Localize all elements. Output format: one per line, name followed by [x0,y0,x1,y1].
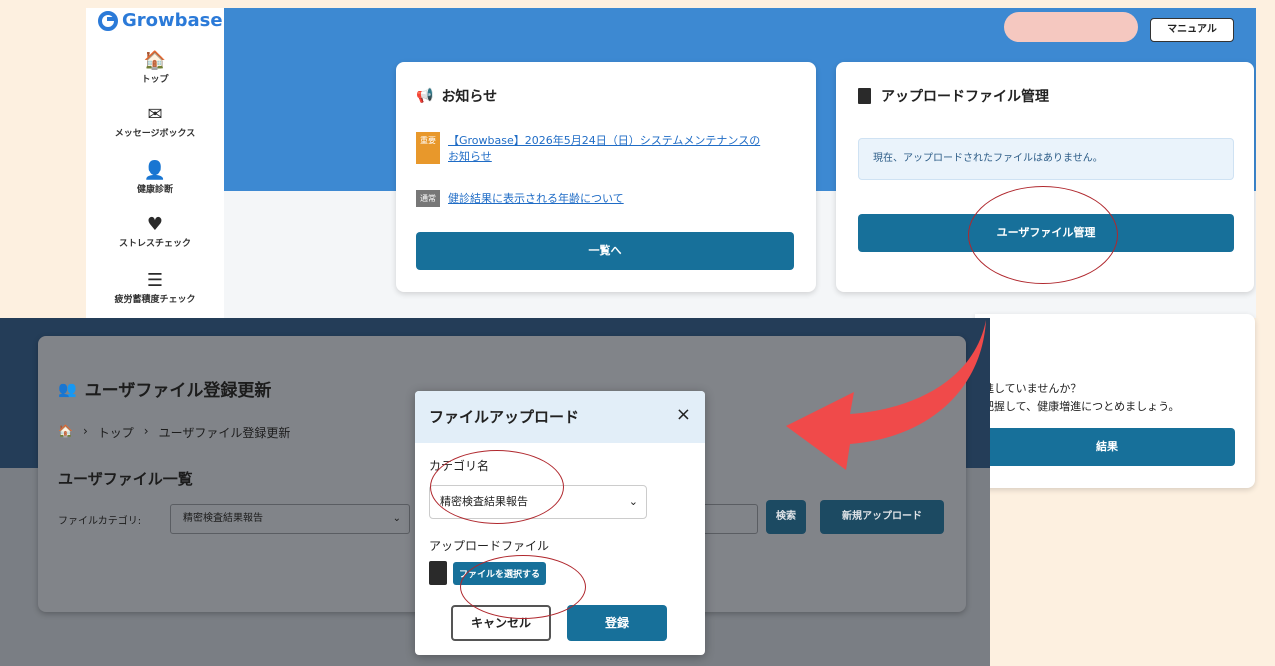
new-upload-button[interactable]: 新規アップロード [820,500,944,534]
category-filter-select[interactable]: 精密検査結果報告 ⌄ [170,504,410,534]
news-card: 📢 お知らせ 重要 【Growbase】2026年5月24日（日）システムメンテ… [396,62,816,292]
result-button[interactable]: 結果 [979,428,1235,466]
envelope-icon: ✉ [147,104,163,125]
breadcrumb-sep: › [82,424,88,438]
upload-notice: 現在、アップロードされたファイルはありません。 [858,138,1234,180]
sidebar-item-label: メッセージボックス [114,129,196,139]
home-icon: 🏠 [143,50,167,71]
health-result-card: 進していませんか？ 把握して、健康増進につとめましょう。 結果 [975,314,1255,488]
growbase-logo-icon [98,10,118,31]
breadcrumb-sep: › [143,424,149,438]
sidebar-item-label: ストレスチェック [118,239,191,249]
curved-arrow-icon [786,320,986,470]
sidebar-item-label: 疲労蓄積度チェック [114,295,196,305]
close-icon[interactable]: × [676,404,691,425]
upload-file-label: アップロードファイル [429,539,550,553]
file-upload-modal: ファイルアップロード × カテゴリ名 精密検査結果報告 ⌄ アップロードファイル… [415,391,705,655]
news-link[interactable]: 【Growbase】2026年5月24日（日）システムメンテナンスの [448,132,760,148]
book-icon [858,88,871,104]
file-icon [429,561,447,585]
search-input[interactable] [698,504,758,534]
sidebar-item-stress-check[interactable]: ♥ ストレスチェック [86,214,224,249]
filter-select-value: 精密検査結果報告 [183,513,263,524]
sidebar-item-health-check[interactable]: 👤 健康診断 [86,160,224,195]
users-icon: 👥 [58,379,77,398]
annotation-circle [430,450,564,524]
chevron-down-icon: ⌄ [392,513,401,524]
sidebar-item-messages[interactable]: ✉ メッセージボックス [86,104,224,139]
annotation-circle [460,555,586,619]
list-title: ユーザファイル一覧 [58,470,193,488]
submit-button[interactable]: 登録 [567,605,667,641]
modal-title: ファイルアップロード [429,408,580,426]
sidebar-item-fatigue-check[interactable]: ☰ 疲労蓄積度チェック [86,270,224,305]
badge-normal: 通常 [416,190,440,207]
breadcrumb-item-top[interactable]: トップ [98,424,134,441]
megaphone-icon: 📢 [416,88,434,104]
sidebar-item-label: 健康診断 [136,185,173,195]
news-title: お知らせ [441,89,498,105]
filter-label: ファイルカテゴリ: [58,516,142,527]
breadcrumb-item-current: ユーザファイル登録更新 [158,426,291,440]
sidebar-item-top[interactable]: 🏠 トップ [86,50,224,85]
card-text-line2: 把握して、健康増進につとめましょう。 [983,400,1180,413]
breadcrumb: 🏠 › トップ › ユーザファイル登録更新 [58,424,290,441]
sidebar-item-label: トップ [141,75,169,85]
annotation-circle [968,186,1118,284]
news-item[interactable]: 通常 健診結果に表示される年齢について [416,190,624,207]
news-item[interactable]: 重要 【Growbase】2026年5月24日（日）システムメンテナンスの お知… [416,132,806,164]
doctor-icon: 👤 [143,160,167,181]
checklist-icon: ☰ [146,270,164,291]
badge-important: 重要 [416,132,440,164]
news-list-button[interactable]: 一覧へ [416,232,794,270]
sidebar: Growbase 🏠 トップ ✉ メッセージボックス 👤 健康診断 ♥ ストレス… [86,8,224,318]
chevron-down-icon: ⌄ [628,495,638,508]
upload-title: アップロードファイル管理 [881,89,1049,105]
news-link[interactable]: 健診結果に表示される年齢について [448,190,624,207]
search-button[interactable]: 検索 [766,500,806,534]
user-menu[interactable] [1004,12,1138,42]
modal-header: ファイルアップロード × [415,391,705,443]
home-icon[interactable]: 🏠 [58,424,73,441]
logo-text: Growbase [122,10,223,31]
manual-button[interactable]: マニュアル [1150,18,1234,42]
heartbeat-icon: ♥ [146,214,164,235]
news-link-cont[interactable]: お知らせ [448,148,760,164]
page-title: ユーザファイル登録更新 [84,381,272,401]
logo: Growbase [98,10,223,31]
